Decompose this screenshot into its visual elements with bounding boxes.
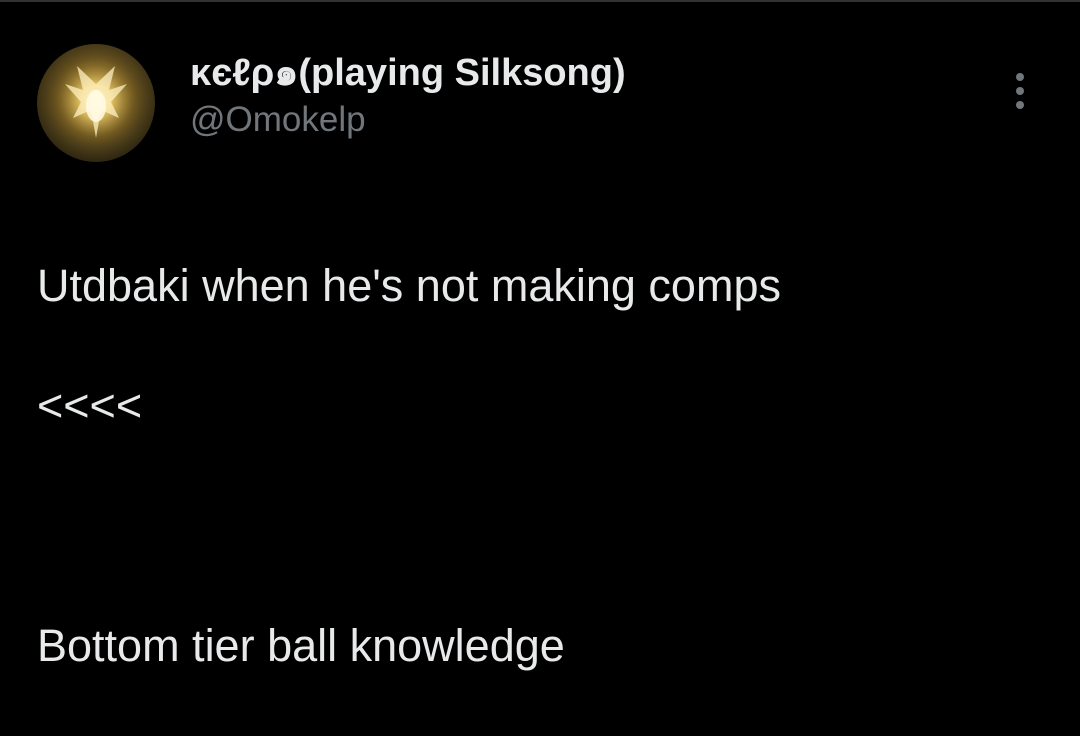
- tweet: κєℓρ๑(playing Silksong) @Omokelp Utdbaki…: [0, 0, 1080, 671]
- tweet-text: Utdbaki when he's not making comps <<<< …: [37, 196, 1047, 736]
- tweet-header: κєℓρ๑(playing Silksong) @Omokelp: [190, 50, 626, 143]
- display-name[interactable]: κєℓρ๑(playing Silksong): [190, 50, 626, 96]
- more-vertical-icon: [1016, 73, 1024, 81]
- more-options-button[interactable]: [1000, 64, 1040, 118]
- more-vertical-icon-dot: [1016, 101, 1024, 109]
- tweet-text-line: Utdbaki when he's not making comps: [37, 260, 781, 311]
- more-vertical-icon-dot: [1016, 87, 1024, 95]
- avatar[interactable]: [37, 44, 155, 162]
- tweet-text-line: <<<<: [37, 380, 143, 431]
- glowing-winged-figure-icon: [37, 44, 155, 162]
- tweet-text-line: Bottom tier ball knowledge: [37, 620, 565, 671]
- user-handle[interactable]: @Omokelp: [190, 97, 626, 143]
